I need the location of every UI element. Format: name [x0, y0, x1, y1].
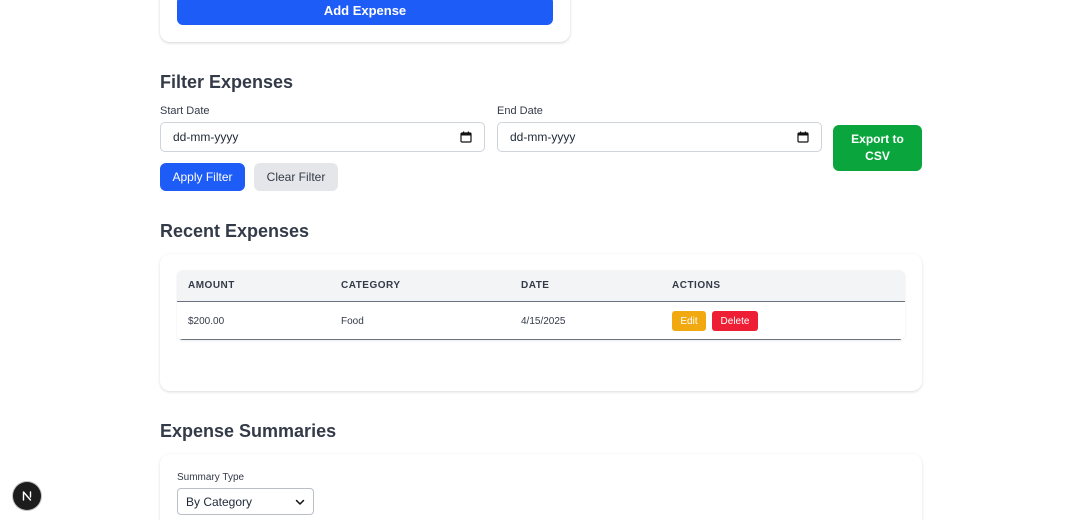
cell-date: 4/15/2025	[521, 316, 566, 327]
start-date-input[interactable]: dd-mm-yyyy	[160, 122, 485, 152]
start-date-label: Start Date	[160, 105, 210, 117]
table-header: Amount Category Date Actions	[177, 270, 905, 302]
end-date-label: End Date	[497, 105, 543, 117]
column-header-actions: Actions	[672, 280, 721, 291]
n-logo-icon	[22, 491, 32, 501]
summary-card: Summary Type By Category	[160, 454, 922, 520]
add-expense-button[interactable]: Add Expense	[177, 0, 553, 25]
recent-expenses-title: Recent Expenses	[160, 221, 310, 241]
edit-button[interactable]: Edit	[672, 311, 706, 331]
delete-button[interactable]: Delete	[712, 311, 758, 331]
end-date-value: dd-mm-yyyy	[510, 130, 576, 144]
cell-category: Food	[341, 316, 364, 327]
apply-filter-button[interactable]: Apply Filter	[160, 163, 245, 191]
chevron-down-icon	[295, 499, 305, 505]
cell-amount: $200.00	[188, 316, 225, 327]
clear-filter-button[interactable]: Clear Filter	[254, 163, 338, 191]
column-header-date: Date	[521, 280, 550, 291]
expenses-card: Amount Category Date Actions $200.00 Foo…	[160, 254, 922, 391]
filter-title: Filter Expenses	[160, 72, 294, 92]
calendar-icon[interactable]	[797, 131, 809, 143]
calendar-icon[interactable]	[460, 131, 472, 143]
end-date-input[interactable]: dd-mm-yyyy	[497, 122, 822, 152]
expense-summaries-title: Expense Summaries	[160, 421, 337, 441]
summary-type-label: Summary Type	[177, 472, 245, 483]
nextjs-dev-indicator[interactable]	[13, 482, 41, 510]
column-header-category: Category	[341, 280, 401, 291]
export-csv-button[interactable]: Export to CSV	[833, 125, 922, 171]
column-header-amount: Amount	[188, 280, 235, 291]
page: Add Expense Filter Expenses Start Date d…	[0, 0, 1080, 520]
add-expense-card: Add Expense	[160, 0, 570, 42]
summary-type-value: By Category	[186, 494, 253, 509]
summary-type-select[interactable]: By Category	[177, 488, 314, 515]
expenses-table: Amount Category Date Actions $200.00 Foo…	[177, 270, 905, 340]
table-row: $200.00 Food 4/15/2025 Edit Delete	[177, 303, 901, 340]
start-date-value: dd-mm-yyyy	[173, 130, 239, 144]
